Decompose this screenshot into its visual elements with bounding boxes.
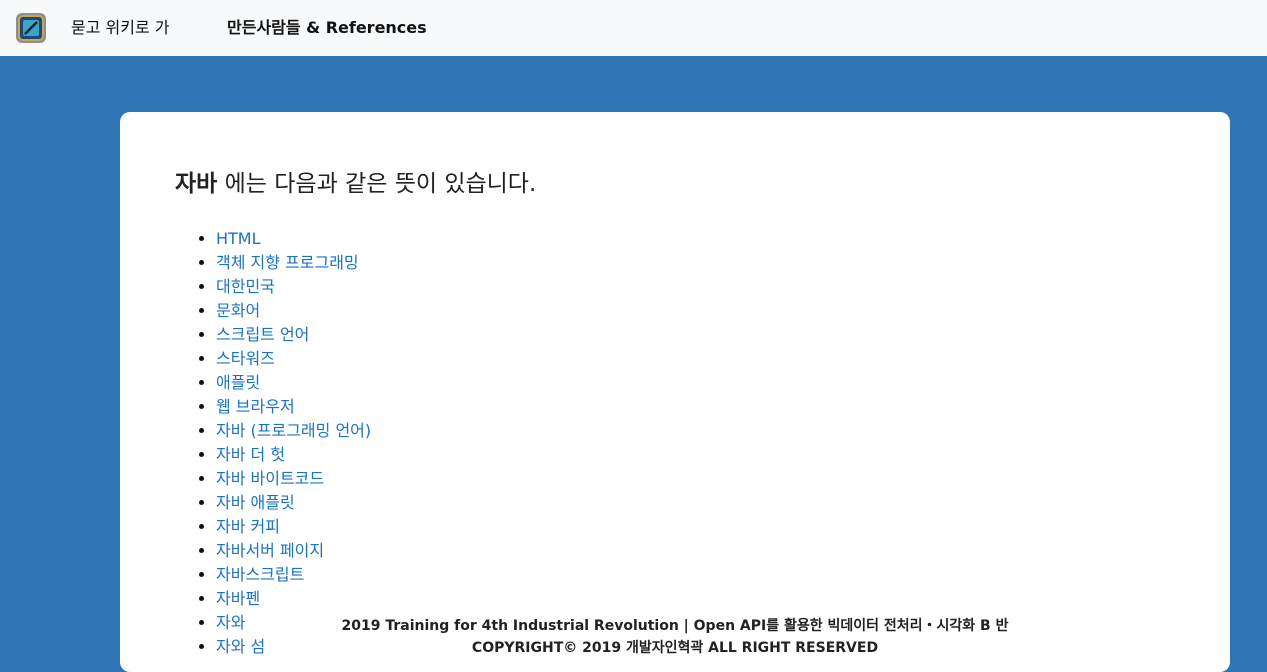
list-item: 객체 지향 프로그래밍 xyxy=(216,251,371,275)
list-item: 스크립트 언어 xyxy=(216,323,371,347)
footer-copyright: COPYRIGHT© 2019 개발자인혁곽 ALL RIGHT RESERVE… xyxy=(471,640,879,656)
nav-references-link[interactable]: 만든사람들 & References xyxy=(227,17,427,39)
top-navbar: 묻고 위키로 가 만든사람들 & References xyxy=(0,0,1267,56)
footer-line-1: 2019 Training for 4th Industrial Revolut… xyxy=(341,618,1009,634)
result-link[interactable]: HTML xyxy=(216,229,261,248)
result-link[interactable]: 자바 애플릿 xyxy=(216,493,295,512)
result-link[interactable]: 자바 바이트코드 xyxy=(216,469,324,488)
result-link[interactable]: 자바 커피 xyxy=(216,517,280,536)
result-link[interactable]: 자바서버 페이지 xyxy=(216,541,324,560)
list-item: 자바 더 헛 xyxy=(216,443,371,467)
disambiguation-list: HTML 객체 지향 프로그래밍대한민국문화어스크립트 언어스타워즈애플릿웹 브라… xyxy=(175,227,371,659)
list-item: 웹 브라우저 xyxy=(216,395,371,419)
list-item: HTML xyxy=(216,227,371,251)
list-item: 자바 커피 xyxy=(216,515,371,539)
result-link[interactable]: 자바펜 xyxy=(216,589,260,608)
list-item: 자바 (프로그래밍 언어) xyxy=(216,419,371,443)
list-item: 대한민국 xyxy=(216,275,371,299)
list-item: 애플릿 xyxy=(216,371,371,395)
heading-suffix: 에는 다음과 같은 뜻이 있습니다. xyxy=(224,171,537,197)
list-item: 자바 바이트코드 xyxy=(216,467,371,491)
result-link[interactable]: 웹 브라우저 xyxy=(216,397,295,416)
search-query: 자바 xyxy=(175,171,218,197)
result-link[interactable]: 객체 지향 프로그래밍 xyxy=(216,253,359,272)
list-item: 스타워즈 xyxy=(216,347,371,371)
result-link[interactable]: 애플릿 xyxy=(216,373,260,392)
list-item: 자바서버 페이지 xyxy=(216,539,371,563)
result-link[interactable]: 자바 더 헛 xyxy=(216,445,285,464)
nav-home-link[interactable]: 묻고 위키로 가 xyxy=(71,17,170,39)
list-item: 자바스크립트 xyxy=(216,563,371,587)
result-link[interactable]: 스크립트 언어 xyxy=(216,325,309,344)
list-item: 자바펜 xyxy=(216,587,371,611)
result-link[interactable]: 자바스크립트 xyxy=(216,565,304,584)
list-item: 문화어 xyxy=(216,299,371,323)
page-footer: 2019 Training for 4th Industrial Revolut… xyxy=(0,615,1267,659)
result-link[interactable]: 스타워즈 xyxy=(216,349,275,368)
result-link[interactable]: 문화어 xyxy=(216,301,260,320)
results-card: 자바 에는 다음과 같은 뜻이 있습니다. HTML 객체 지향 프로그래밍대한민… xyxy=(120,112,1230,672)
site-logo-icon[interactable] xyxy=(15,12,47,44)
list-item: 자바 애플릿 xyxy=(216,491,371,515)
page-title: 자바 에는 다음과 같은 뜻이 있습니다. xyxy=(175,164,536,198)
result-link[interactable]: 자바 (프로그래밍 언어) xyxy=(216,421,371,440)
result-link[interactable]: 대한민국 xyxy=(216,277,275,296)
